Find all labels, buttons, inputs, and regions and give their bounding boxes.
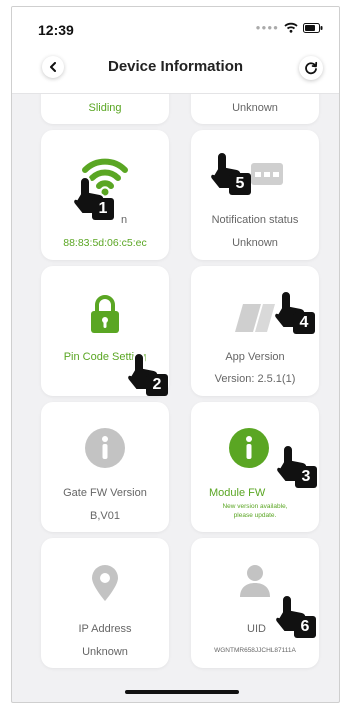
update-notice-line1: New version available, [222,503,288,510]
notification-icon [251,163,283,185]
page-title: Device Information [107,58,244,75]
home-indicator[interactable] [125,690,239,694]
user-icon [240,565,270,597]
status-time: 12:39 [38,22,74,38]
refresh-icon [305,61,318,75]
module-fw-label: Module FW [209,487,266,499]
update-notice-line2: please update. [233,512,277,519]
card-unknown-top[interactable]: Unknown [191,94,319,124]
app-version-label: App Version [225,351,285,363]
app-version-value: Version: 2.5.1(1) [214,373,296,385]
callout-number: 5 [229,173,251,195]
notification-status-value: Unknown [232,237,278,249]
navigation-bar: Device Information [12,43,339,94]
wifi-label: n [121,214,128,226]
refresh-button[interactable] [299,56,323,80]
ip-address-value: Unknown [82,646,128,658]
notification-status-label: Notification status [211,214,299,226]
location-pin-icon [92,565,118,601]
card-gate-fw-version[interactable]: Gate FW Version B,V01 [41,402,169,532]
phone-screen: 12:39 ●●●● Device Information Sliding Un… [11,6,340,703]
info-green-icon [229,428,269,468]
card-ip-address[interactable]: IP Address Unknown [41,538,169,668]
callout-3: 3 [273,442,317,488]
callout-6: 6 [272,592,316,638]
callout-4: 4 [271,288,315,334]
callout-number: 4 [293,312,315,334]
callout-number: 3 [295,466,317,488]
signal-dots-icon: ●●●● [255,23,279,32]
lock-icon [91,295,119,333]
callout-2: 2 [124,350,168,396]
unknown-top-value: Unknown [232,102,278,114]
status-icons: ●●●● [256,22,323,33]
gate-fw-label: Gate FW Version [63,487,147,499]
device-info-grid: Sliding Unknown n 88:83:5d:06:c5:ec Noti [12,94,339,702]
callout-number: 6 [294,616,316,638]
card-mode[interactable]: Sliding [41,94,169,124]
callout-number: 2 [146,374,168,396]
ip-address-label: IP Address [78,623,132,635]
uid-value: WGNTMR658JJCHL87111A [214,647,296,654]
mode-value: Sliding [88,102,122,114]
info-icon [85,428,125,468]
mac-address-value: 88:83:5d:06:c5:ec [63,237,147,249]
wifi-status-icon [284,22,298,33]
battery-icon [303,22,323,33]
callout-5: 5 [207,149,251,195]
callout-number: 1 [92,198,114,220]
gate-fw-value: B,V01 [90,510,120,522]
callout-1: 1 [70,174,114,220]
status-bar: 12:39 ●●●● [12,7,339,43]
